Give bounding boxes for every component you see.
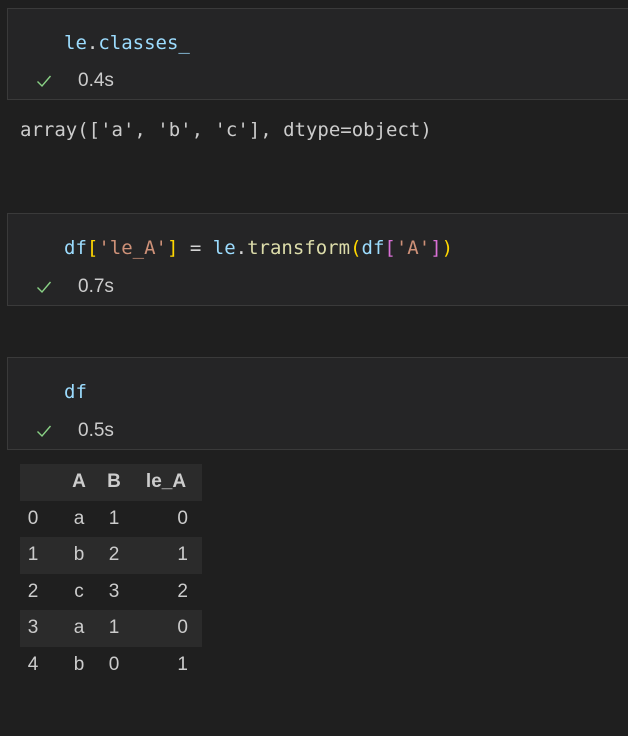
code-token: classes_ — [98, 32, 190, 54]
table-row: 4 b 0 1 — [20, 647, 202, 684]
table-cell: 2 — [177, 580, 188, 602]
code-token: 'le_A' — [98, 237, 167, 259]
row-index: 2 — [27, 580, 39, 602]
cell-1-status: 0.4s — [36, 70, 114, 91]
check-icon — [37, 75, 52, 88]
code-token: df — [361, 237, 385, 259]
code-token: 'A' — [395, 237, 431, 259]
table-cell: c — [74, 580, 84, 602]
table-row: 1 b 2 1 — [20, 537, 202, 574]
cell-3-status: 0.5s — [36, 420, 114, 441]
table-header-row: A B le_A — [20, 464, 202, 501]
execution-time: 0.4s — [78, 70, 114, 91]
cell-1-output: array(['a', 'b', 'c'], dtype=object) — [20, 119, 432, 141]
row-index: 3 — [27, 617, 39, 639]
table-cell: 3 — [108, 580, 120, 602]
table-cell: 1 — [108, 507, 120, 529]
row-index: 0 — [27, 507, 39, 529]
check-icon — [37, 425, 52, 438]
cell-1-code[interactable]: le.classes_ — [64, 32, 190, 54]
code-token: [ — [86, 237, 99, 259]
index-header — [20, 464, 46, 501]
cell-3-code[interactable]: df — [64, 381, 87, 403]
code-token: df — [64, 381, 87, 403]
table-row: 0 a 1 0 — [20, 501, 202, 538]
table-cell: 2 — [108, 544, 120, 566]
code-cell-2[interactable]: df['le_A'] = le.transform(df['A']) 0.7s — [7, 213, 628, 306]
table-cell: 0 — [108, 653, 120, 675]
code-token: le — [64, 32, 87, 54]
table-cell: 0 — [177, 507, 188, 529]
code-token: ] — [430, 237, 442, 259]
cell-2-code[interactable]: df['le_A'] = le.transform(df['A']) — [64, 237, 453, 259]
table-cell: a — [73, 507, 85, 529]
table-cell: 0 — [177, 617, 188, 639]
column-header: A — [72, 471, 86, 493]
code-cell-3[interactable]: df 0.5s — [7, 357, 628, 450]
cell-2-status: 0.7s — [36, 276, 114, 297]
code-token: transform — [247, 237, 351, 259]
code-cell-1[interactable]: le.classes_ 0.4s — [7, 8, 628, 100]
code-token: [ — [384, 237, 396, 259]
execution-time: 0.5s — [78, 420, 114, 441]
code-token: le — [212, 237, 236, 259]
code-token: df — [64, 237, 87, 259]
table-cell: a — [73, 617, 85, 639]
code-token: ) — [441, 237, 454, 259]
code-token: ( — [350, 237, 362, 259]
code-token: . — [235, 237, 248, 259]
table-row: 2 c 3 2 — [20, 574, 202, 611]
code-token: = — [178, 237, 213, 259]
table-cell: b — [73, 544, 85, 566]
table-cell: 1 — [177, 544, 188, 566]
table-cell: 1 — [108, 617, 120, 639]
column-header: B — [107, 471, 121, 493]
check-icon — [37, 281, 52, 294]
row-index: 1 — [27, 544, 39, 566]
dataframe-table: A B le_A 0 a 1 0 1 b 2 1 2 c 3 2 3 a 1 0… — [20, 464, 202, 683]
table-cell: 1 — [177, 653, 188, 675]
code-token: ] — [166, 237, 179, 259]
code-token: . — [86, 32, 99, 54]
row-index: 4 — [27, 653, 39, 675]
table-row: 3 a 1 0 — [20, 610, 202, 647]
execution-time: 0.7s — [78, 276, 114, 297]
column-header: le_A — [145, 471, 187, 493]
table-cell: b — [73, 653, 85, 675]
